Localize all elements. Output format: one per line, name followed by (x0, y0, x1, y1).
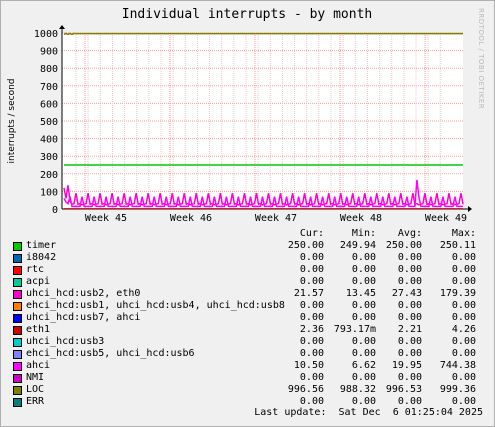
legend-series-name: ERR (26, 396, 45, 407)
legend-swatch (13, 254, 22, 263)
watermark: RRDTOOL / TOBI OETIKER (477, 8, 485, 110)
legend-swatch (13, 278, 22, 287)
legend-swatch (13, 326, 22, 335)
series-line-LOC (63, 32, 463, 36)
legend-swatch (13, 290, 22, 299)
y-tick-label: 500 (40, 117, 58, 128)
y-tick-label: 800 (40, 64, 58, 75)
x-tick-label: Week 45 (85, 213, 127, 224)
y-tick-label: 100 (40, 187, 58, 198)
y-axis-label: interrupts / second (7, 79, 17, 164)
legend-swatch (13, 374, 22, 383)
x-tick-label: Week 48 (340, 213, 382, 224)
y-tick-label: 900 (40, 47, 58, 58)
legend-swatch (13, 386, 22, 395)
x-axis-arrow (468, 206, 472, 212)
last-update: Last update: Sat Dec 6 01:25:04 2025 (254, 407, 483, 418)
x-tick-label: Week 46 (170, 213, 212, 224)
y-tick-label: 300 (40, 152, 58, 163)
legend-swatch (13, 242, 22, 251)
legend-swatch (13, 338, 22, 347)
y-tick-label: 200 (40, 170, 58, 181)
y-axis-arrow (59, 25, 65, 29)
y-tick-label: 400 (40, 135, 58, 146)
y-tick-label: 600 (40, 99, 58, 110)
legend-swatch (13, 398, 22, 407)
legend-swatch (13, 266, 22, 275)
x-tick-label: Week 49 (425, 213, 467, 224)
legend-swatch (13, 362, 22, 371)
legend-swatch (13, 314, 22, 323)
legend-swatch (13, 350, 22, 359)
y-tick-label: 700 (40, 82, 58, 93)
y-tick-label: 1000 (34, 29, 58, 40)
legend-swatch (13, 302, 22, 311)
x-tick-label: Week 47 (255, 213, 297, 224)
chart-title: Individual interrupts - by month (122, 7, 372, 22)
y-tick-label: 0 (52, 205, 58, 216)
